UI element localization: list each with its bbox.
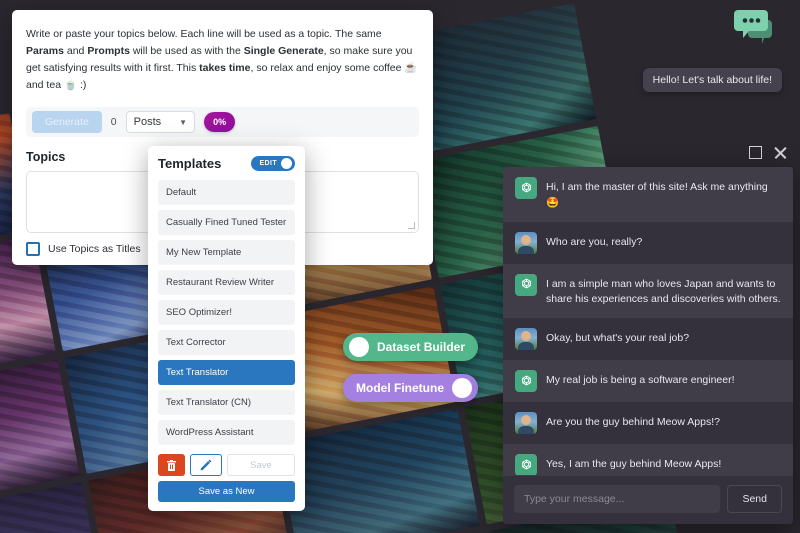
intro-text: Write or paste your topics below. Each l… [26,26,419,94]
toggle-knob [281,158,292,169]
delete-template-button[interactable] [158,454,185,476]
chat-message-bot: Hi, I am the master of this site! Ask me… [503,167,793,222]
intro-fragment: will be used as with the [129,45,244,57]
generate-count: 0 [110,116,117,128]
chat-message-user: Okay, but what's your real job? [503,318,793,360]
chat-message-list: Hi, I am the master of this site! Ask me… [503,167,793,475]
pill-dataset-builder[interactable]: Dataset Builder [343,333,479,361]
post-type-select[interactable]: Posts ▼ [125,111,196,133]
template-list-item[interactable]: WordPress Assistant [158,420,295,445]
template-list-item[interactable]: Text Translator (CN) [158,390,295,415]
intro-emphasis: Single Generate [243,45,324,57]
pill-knob [452,378,472,398]
intro-emphasis: Prompts [87,45,130,57]
templates-header: Templates EDIT [158,156,295,171]
collage-tile [0,482,104,533]
openai-logo-icon [521,182,531,192]
openai-logo-avatar [515,370,537,392]
intro-fragment: and [63,45,88,57]
openai-logo-icon [521,375,531,385]
save-as-new-button[interactable]: Save as New [158,481,295,502]
openai-logo-avatar [515,454,537,475]
maximize-icon[interactable] [749,146,762,159]
pencil-icon [200,459,212,471]
chevron-down-icon: ▼ [179,117,188,127]
chat-message-text: Hi, I am the master of this site! Ask me… [546,181,768,209]
chat-message-text: Are you the guy behind Meow Apps!? [546,416,720,428]
chat-message-bot: I am a simple man who loves Japan and wa… [503,263,793,318]
chat-window: Hi, I am the master of this site! Ask me… [503,167,793,524]
chat-message-text: Who are you, really? [546,235,643,248]
save-template-button[interactable]: Save [227,454,295,476]
intro-emphasis: takes time [199,62,251,74]
openai-logo-icon [521,459,531,469]
close-icon[interactable] [773,145,788,160]
post-type-value: Posts [133,116,162,128]
template-list-item[interactable]: Text Corrector [158,330,295,355]
generate-toolbar: Generate 0 Posts ▼ 0% [26,107,419,137]
user-photo-avatar [515,328,537,350]
edit-template-button[interactable] [190,454,222,476]
user-photo-avatar [515,231,537,254]
chat-message-bot: My real job is being a software engineer… [503,360,793,402]
templates-popup: Templates EDIT Default Casually Fined Tun… [148,146,305,511]
chat-message-bot: Yes, I am the guy behind Meow Apps! [503,444,793,475]
template-list-item[interactable]: Text Translator [158,360,295,385]
pill-label: Dataset Builder [377,340,466,354]
pill-label: Model Finetune [356,381,444,395]
pill-knob [349,337,369,357]
progress-badge: 0% [204,112,236,132]
chat-message-text: My real job is being a software engineer… [546,374,735,386]
chat-message-text: I am a simple man who loves Japan and wa… [546,277,781,306]
chat-window-controls [749,145,788,160]
intro-fragment: Write or paste your topics below. Each l… [26,28,382,40]
template-list-item[interactable]: SEO Optimizer! [158,300,295,325]
chat-message-input[interactable] [514,485,721,513]
openai-logo-avatar [515,177,537,199]
chat-message-text: Yes, I am the guy behind Meow Apps! [546,458,722,470]
templates-actions: Save [158,454,295,476]
templates-title: Templates [158,156,222,171]
user-photo-avatar [515,412,537,434]
edit-mode-toggle[interactable]: EDIT [251,156,295,171]
openai-logo-icon [521,278,531,289]
intro-emphasis: Params [26,45,64,57]
chat-tooltip: Hello! Let's talk about life! [642,68,782,92]
chat-bubble-icon [734,10,772,44]
template-list-item[interactable]: Restaurant Review Writer [158,270,295,295]
openai-logo-avatar [515,273,537,296]
template-list-item[interactable]: My New Template [158,240,295,265]
template-list-item[interactable]: Casually Fined Tuned Tester [158,210,295,235]
app-root: Write or paste your topics below. Each l… [0,0,800,533]
generate-button[interactable]: Generate [32,111,102,133]
chat-message-user: Who are you, really? [503,221,793,264]
trash-icon [167,459,176,471]
template-list-item[interactable]: Default [158,180,295,205]
chat-composer: Send [503,475,793,524]
chat-launcher-button[interactable] [734,8,778,48]
chat-message-user: Are you the guy behind Meow Apps!? [503,402,793,444]
templates-list: Default Casually Fined Tuned Tester My New… [158,180,295,445]
edit-toggle-label: EDIT [259,160,277,167]
chat-message-text: Okay, but what's your real job? [546,332,690,344]
use-topics-as-titles-checkbox[interactable] [26,242,40,256]
chat-send-button[interactable]: Send [727,485,782,513]
use-topics-as-titles-label: Use Topics as Titles [48,243,141,255]
pill-model-finetune[interactable]: Model Finetune [343,374,478,402]
